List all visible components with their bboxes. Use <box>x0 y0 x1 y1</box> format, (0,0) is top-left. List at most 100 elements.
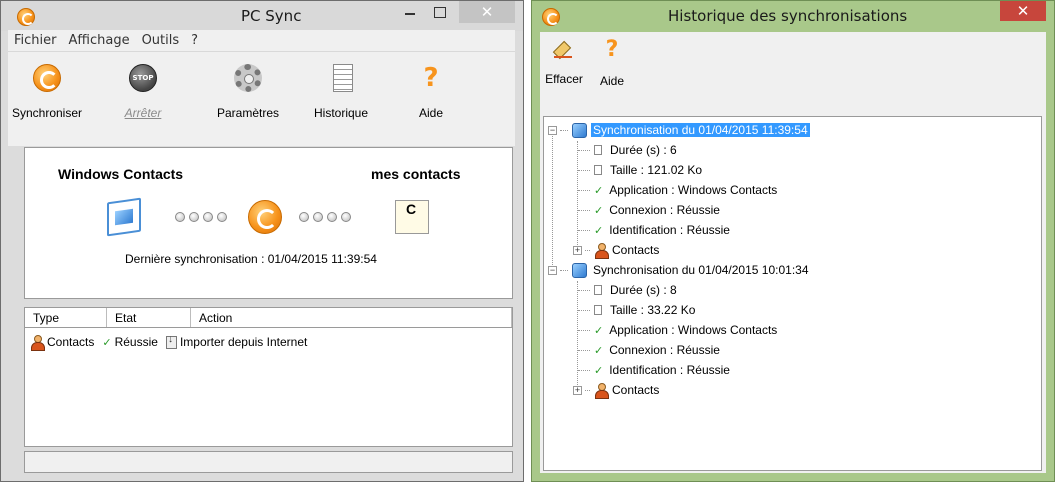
column-action[interactable]: Action <box>191 308 512 327</box>
sync-icon <box>572 262 587 278</box>
row-type-text: Contacts <box>47 335 95 349</box>
historique-label: Historique <box>313 106 369 120</box>
history-close-button[interactable]: ✕ <box>1000 1 1046 21</box>
check-icon: ✓ <box>594 323 604 337</box>
history-aide-button[interactable]: ? Aide <box>592 36 632 89</box>
maximize-button[interactable] <box>427 1 453 23</box>
help-icon: ? <box>605 37 619 62</box>
tree-item[interactable]: Durée (s) : 6 <box>544 140 1041 160</box>
results-table: Type Etat Action Contacts ✓ Réussie Impo… <box>24 307 513 447</box>
pcsync-titlebar[interactable]: PC Sync ✕ <box>1 1 523 31</box>
check-icon: ✓ <box>594 363 604 377</box>
close-icon: ✕ <box>1016 1 1030 20</box>
effacer-button[interactable]: Effacer <box>540 36 588 86</box>
windows-contacts-icon <box>107 197 141 237</box>
parametres-button[interactable]: Paramètres <box>208 56 288 146</box>
contacts-icon <box>30 335 45 351</box>
help-icon: ? <box>423 63 439 93</box>
sync-status-icon <box>248 200 282 234</box>
menu-help[interactable]: ? <box>185 33 204 48</box>
tree-entry-1[interactable]: − Synchronisation du 01/04/2015 11:39:54 <box>544 120 1041 140</box>
stop-icon <box>129 64 157 92</box>
tree-entry-2[interactable]: − Synchronisation du 01/04/2015 10:01:34 <box>544 260 1041 280</box>
tree-entry-1-label: Synchronisation du 01/04/2015 11:39:54 <box>591 123 810 137</box>
tree-item-contacts[interactable]: + Contacts <box>544 380 1041 400</box>
aide-button[interactable]: ? Aide <box>406 56 456 146</box>
document-icon <box>594 305 602 315</box>
tree-item-duration: Durée (s) : 8 <box>610 283 677 297</box>
sync-panel: Windows Contacts mes contacts Dernière s… <box>24 147 513 299</box>
document-icon <box>594 285 602 295</box>
pcsync-title: PC Sync <box>241 7 302 25</box>
collapse-icon[interactable]: − <box>548 265 557 275</box>
effacer-label: Effacer <box>545 72 583 86</box>
cell-state: ✓ Réussie <box>102 335 158 349</box>
arreter-button[interactable]: Arrêter <box>113 56 173 146</box>
tree-item-application: Application : Windows Contacts <box>609 323 778 337</box>
expand-icon[interactable]: + <box>573 385 582 395</box>
document-icon <box>594 145 602 155</box>
history-title: Historique des synchronisations <box>668 7 908 25</box>
history-app-icon <box>542 8 560 26</box>
row-action-text: Importer depuis Internet <box>179 335 308 349</box>
tree-entry-2-label: Synchronisation du 01/04/2015 10:01:34 <box>593 263 809 277</box>
contacts-icon <box>594 243 609 259</box>
aide-label: Aide <box>418 106 444 120</box>
document-icon <box>594 165 602 175</box>
history-window: Historique des synchronisations ✕ Efface… <box>531 0 1055 482</box>
tree-item-connection: Connexion : Réussie <box>609 203 720 217</box>
history-titlebar[interactable]: Historique des synchronisations ✕ <box>532 1 1054 31</box>
minimize-button[interactable] <box>397 1 423 23</box>
tree-item[interactable]: ✓ Connexion : Réussie <box>544 200 1041 220</box>
progress-dots-left <box>175 212 227 222</box>
cell-action: Importer depuis Internet <box>165 334 308 349</box>
pcsync-app-icon <box>17 8 35 26</box>
tree-item-identification: Identification : Réussie <box>609 223 730 237</box>
source-name: Windows Contacts <box>58 166 184 182</box>
check-icon: ✓ <box>594 203 604 217</box>
pcsync-window: PC Sync ✕ Fichier Affichage Outils ? Syn… <box>0 0 524 482</box>
row-state-text: Réussie <box>114 335 158 349</box>
tree-item-contacts[interactable]: + Contacts <box>544 240 1041 260</box>
arreter-label: Arrêter <box>124 106 162 120</box>
column-etat[interactable]: Etat <box>107 308 191 327</box>
toolbar: Synchroniser Arrêter Paramètres Historiq… <box>8 52 515 146</box>
synchroniser-label: Synchroniser <box>11 106 83 120</box>
progress-dots-right <box>299 212 351 222</box>
expand-icon[interactable]: + <box>573 245 582 255</box>
check-icon: ✓ <box>594 343 604 357</box>
status-bar <box>24 451 513 473</box>
check-icon: ✓ <box>594 223 604 237</box>
synchroniser-button[interactable]: Synchroniser <box>8 56 86 146</box>
tree-item-size: Taille : 121.02 Ko <box>610 163 703 177</box>
menu-fichier[interactable]: Fichier <box>8 33 63 48</box>
tree-item[interactable]: Taille : 121.02 Ko <box>544 160 1041 180</box>
collapse-icon[interactable]: − <box>548 125 557 135</box>
column-type[interactable]: Type <box>25 308 107 327</box>
historique-button[interactable]: Historique <box>306 56 376 146</box>
sync-icon <box>572 122 587 138</box>
tree-item[interactable]: ✓ Connexion : Réussie <box>544 340 1041 360</box>
tree-item[interactable]: Durée (s) : 8 <box>544 280 1041 300</box>
tree-item[interactable]: ✓ Application : Windows Contacts <box>544 180 1041 200</box>
tree-item-application: Application : Windows Contacts <box>609 183 778 197</box>
tree-item-contacts-label: Contacts <box>612 243 660 257</box>
tree-item[interactable]: ✓ Identification : Réussie <box>544 220 1041 240</box>
table-row[interactable]: Contacts ✓ Réussie Importer depuis Inter… <box>25 333 512 351</box>
eraser-icon <box>554 40 574 60</box>
close-button[interactable]: ✕ <box>459 1 515 23</box>
history-aide-label: Aide <box>599 74 625 88</box>
list-icon <box>333 64 353 92</box>
menu-affichage[interactable]: Affichage <box>63 33 136 48</box>
tree-item[interactable]: Taille : 33.22 Ko <box>544 300 1041 320</box>
history-body: Effacer ? Aide − Synchronisation du 01/0… <box>540 32 1046 473</box>
menu-outils[interactable]: Outils <box>136 33 186 48</box>
check-icon: ✓ <box>594 183 604 197</box>
cell-type: Contacts <box>30 335 95 351</box>
tree-item[interactable]: ✓ Identification : Réussie <box>544 360 1041 380</box>
check-icon: ✓ <box>102 335 112 349</box>
tree-item[interactable]: ✓ Application : Windows Contacts <box>544 320 1041 340</box>
tree-item-duration: Durée (s) : 6 <box>610 143 677 157</box>
sync-icon <box>33 64 61 92</box>
menubar: Fichier Affichage Outils ? <box>8 30 515 52</box>
